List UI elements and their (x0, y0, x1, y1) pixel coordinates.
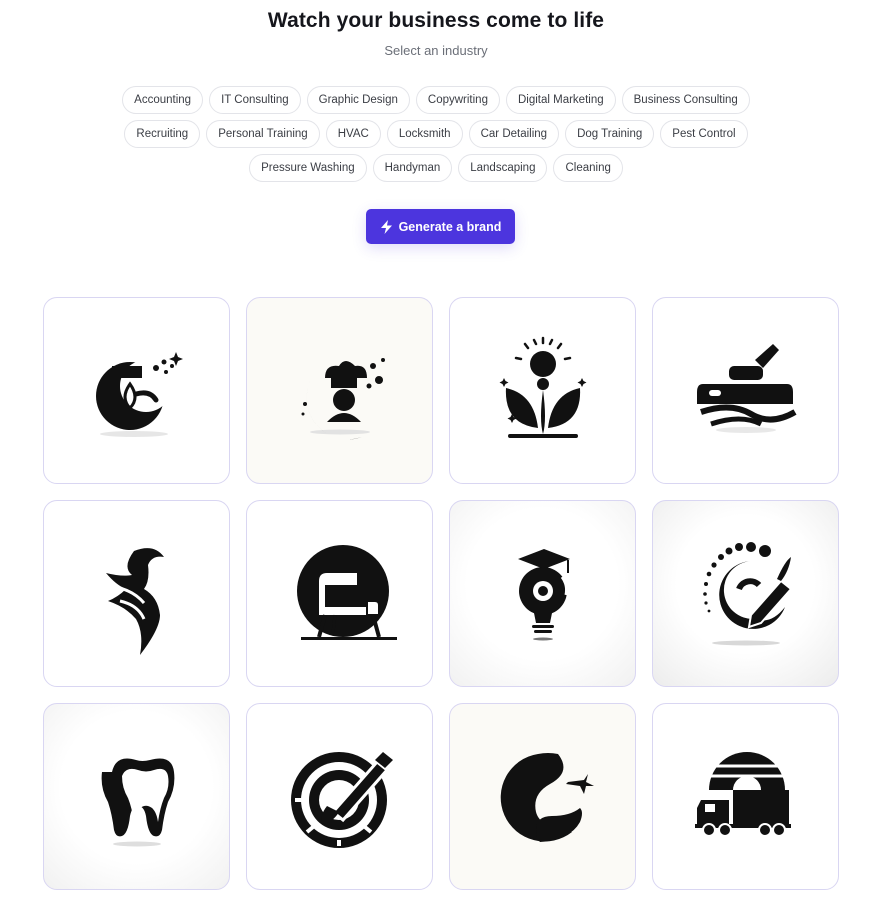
logo-card[interactable] (246, 297, 433, 484)
industry-chip-hvac[interactable]: HVAC (325, 120, 381, 148)
logo-card[interactable] (652, 297, 839, 484)
industry-chip-row: Recruiting Personal Training HVAC Locksm… (0, 120, 872, 148)
industry-chip-personal-training[interactable]: Personal Training (206, 120, 320, 148)
delivery-truck-logo (694, 751, 791, 837)
paintbrush-circle-logo (290, 751, 393, 848)
chef-moon-logo (301, 357, 385, 439)
industry-chip-pest-control[interactable]: Pest Control (660, 120, 748, 148)
page-title: Watch your business come to life (267, 9, 605, 32)
lightning-icon (380, 219, 392, 234)
chair-furniture-logo (296, 544, 397, 640)
logo-card[interactable] (43, 297, 230, 484)
industry-chip-graphic-design[interactable]: Graphic Design (306, 86, 410, 114)
industry-chip-landscaping[interactable]: Landscaping (458, 154, 548, 182)
industry-chip-copywriting[interactable]: Copywriting (415, 86, 500, 114)
industry-chip-digital-marketing[interactable]: Digital Marketing (505, 86, 616, 114)
industry-chip-row: Accounting IT Consulting Graphic Design … (0, 86, 872, 114)
industry-chip-cleaning[interactable]: Cleaning (553, 154, 623, 182)
logo-card[interactable] (652, 500, 839, 687)
industry-chip-handyman[interactable]: Handyman (372, 154, 453, 182)
airplane-swoosh-logo (500, 752, 594, 842)
logo-card[interactable] (43, 703, 230, 890)
logo-card[interactable] (246, 500, 433, 687)
yoga-lotus-logo (499, 336, 586, 438)
logo-card[interactable] (652, 703, 839, 890)
logo-gallery (43, 297, 839, 890)
industry-chip-business-consulting[interactable]: Business Consulting (621, 86, 750, 114)
generate-brand-label: Generate a brand (398, 219, 502, 234)
woman-silhouette-logo (105, 547, 164, 655)
industry-chip-car-detailing[interactable]: Car Detailing (468, 120, 560, 148)
industry-chip-dog-training[interactable]: Dog Training (565, 120, 655, 148)
industry-chip-row: Pressure Washing Handyman Landscaping Cl… (0, 154, 872, 182)
industry-chip-pressure-washing[interactable]: Pressure Washing (249, 154, 367, 182)
logo-card[interactable] (246, 703, 433, 890)
logo-card[interactable] (449, 500, 636, 687)
tooth-logo (101, 758, 174, 846)
industry-chip-it-consulting[interactable]: IT Consulting (209, 86, 301, 114)
graduate-lightbulb-logo (517, 548, 570, 640)
logo-card[interactable] (449, 703, 636, 890)
industry-chip-list: Accounting IT Consulting Graphic Design … (0, 86, 872, 188)
page-subtitle: Select an industry (384, 43, 488, 58)
industry-chip-locksmith[interactable]: Locksmith (386, 120, 463, 148)
industry-chip-recruiting[interactable]: Recruiting (124, 120, 201, 148)
cleaning-spray-logo (95, 351, 183, 437)
car-wash-logo (696, 343, 797, 433)
logo-card[interactable] (449, 297, 636, 484)
pencil-swirl-logo (702, 541, 792, 645)
generate-brand-button[interactable]: Generate a brand (366, 209, 515, 244)
industry-chip-accounting[interactable]: Accounting (122, 86, 204, 114)
logo-card[interactable] (43, 500, 230, 687)
